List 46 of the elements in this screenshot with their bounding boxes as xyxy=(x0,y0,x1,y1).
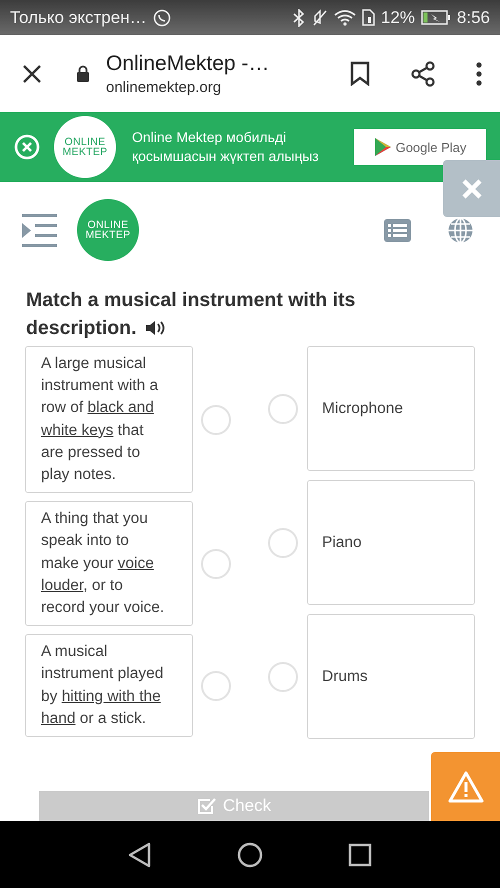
google-play-button[interactable]: Google Play xyxy=(354,129,486,165)
notification-text: Только экстрен… xyxy=(10,8,147,28)
lock-icon xyxy=(76,65,90,82)
battery-percent: 12% xyxy=(380,8,415,28)
battery-charging-icon xyxy=(420,10,451,25)
list-icon[interactable] xyxy=(384,218,411,242)
home-icon[interactable] xyxy=(237,842,263,868)
checkbox-icon xyxy=(196,797,217,815)
radio-button[interactable] xyxy=(268,528,298,558)
wifi-icon xyxy=(334,10,356,26)
recents-icon[interactable] xyxy=(348,842,372,866)
radio-button[interactable] xyxy=(201,670,231,701)
sim-icon xyxy=(362,9,375,26)
back-icon[interactable] xyxy=(128,842,152,868)
description-card[interactable]: A large musical instrument with a row of black and white keys that are pressed to play notes. xyxy=(25,346,193,494)
close-icon[interactable] xyxy=(22,64,42,84)
page-url: onlinemektep.org xyxy=(106,78,222,96)
more-icon[interactable] xyxy=(476,62,482,86)
logo: ONLINE MEKTEP xyxy=(77,199,139,261)
question-title: Match a musical instrument with its description. xyxy=(26,288,356,341)
speaker-icon[interactable] xyxy=(144,320,165,336)
logo: ONLINE MEKTEP xyxy=(54,116,116,178)
share-icon[interactable] xyxy=(410,60,436,86)
answer-card[interactable]: Microphone xyxy=(307,346,475,471)
warning-icon xyxy=(448,770,484,802)
play-icon xyxy=(374,137,392,157)
banner-text: Online Mektep мобильді қосымшасын жүктеп алыңыз xyxy=(132,128,320,166)
close-icon xyxy=(460,178,482,200)
clock: 8:56 xyxy=(456,8,490,28)
radio-button[interactable] xyxy=(268,662,298,692)
bluetooth-icon xyxy=(292,8,306,26)
radio-button[interactable] xyxy=(201,404,231,435)
answer-card[interactable]: Drums xyxy=(307,614,475,739)
globe-icon[interactable] xyxy=(447,216,474,244)
muted-icon xyxy=(312,8,328,26)
bookmark-icon[interactable] xyxy=(350,61,370,86)
report-button[interactable] xyxy=(431,752,500,821)
menu-icon[interactable] xyxy=(22,214,57,246)
radio-button[interactable] xyxy=(201,548,231,579)
description-card[interactable]: A musical instrument played by hitting with the hand or a stick. xyxy=(25,634,193,738)
close-button[interactable] xyxy=(443,160,500,217)
answer-card[interactable]: Piano xyxy=(307,480,475,605)
page-title: OnlineMektep -… xyxy=(106,52,270,76)
chat-icon xyxy=(152,8,171,26)
description-card[interactable]: A thing that you speak into to make your voice louder, or to record your voice. xyxy=(25,501,193,626)
radio-button[interactable] xyxy=(268,394,298,424)
